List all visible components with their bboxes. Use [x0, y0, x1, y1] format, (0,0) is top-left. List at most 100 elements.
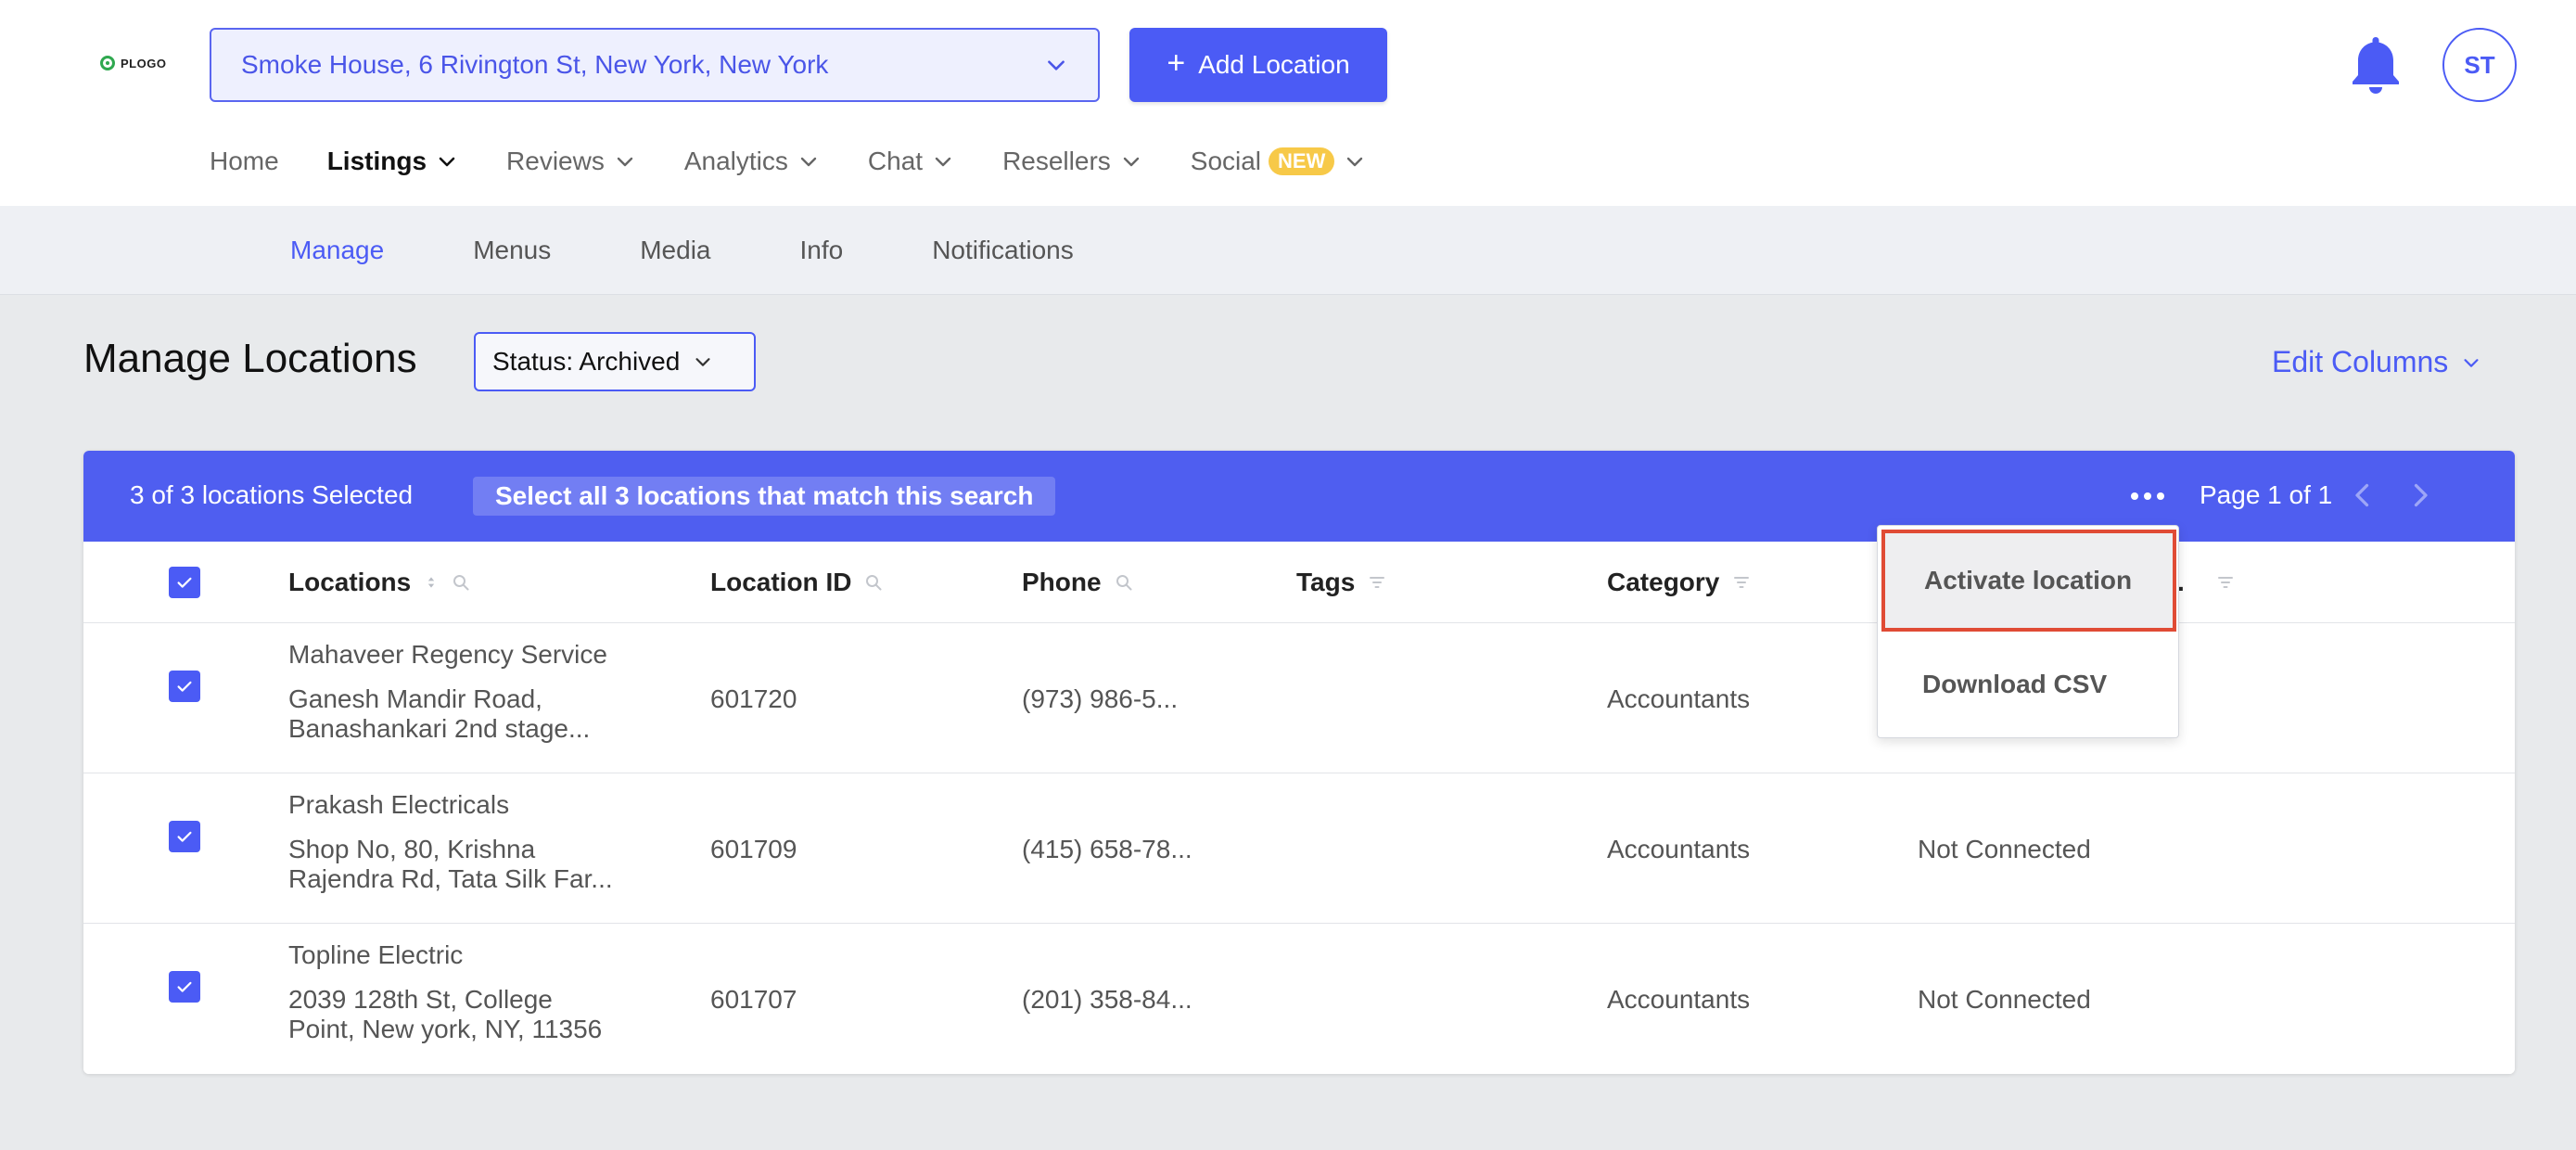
actions-menu: Activate location Download CSV	[1877, 525, 2179, 738]
column-header-location-id[interactable]: Location ID	[710, 542, 883, 623]
chevron-down-icon	[695, 358, 710, 366]
nav-analytics-label: Analytics	[683, 147, 788, 175]
edit-columns-button[interactable]: Edit Columns	[2272, 345, 2481, 379]
select-all-matching-button[interactable]: Select all 3 locations that match this s…	[473, 477, 1056, 516]
add-location-button[interactable]: + Add Location	[1129, 28, 1387, 102]
subnav-info[interactable]: Info	[800, 236, 844, 265]
column-header-locations[interactable]: Locations	[288, 542, 470, 623]
check-icon	[177, 831, 192, 842]
new-badge: NEW	[1269, 147, 1335, 175]
location-cell: Prakash Electricals Shop No, 80, Krishna…	[288, 790, 613, 894]
status-filter-value: Status: Archived	[492, 347, 681, 376]
column-label: Location ID	[710, 568, 852, 596]
location-address-line1: Shop No, 80, Krishna	[288, 835, 536, 863]
menu-item-download-csv[interactable]: Download CSV	[1878, 635, 2178, 734]
chevron-down-icon	[1123, 157, 1139, 167]
subnav-manage[interactable]: Manage	[290, 236, 384, 265]
top-header: PLOGO Smoke House, 6 Rivington St, New Y…	[0, 0, 2576, 206]
location-id: 601709	[710, 835, 797, 863]
location-id: 601707	[710, 985, 797, 1014]
location-selector-value: Smoke House, 6 Rivington St, New York, N…	[241, 50, 829, 79]
column-header-phone[interactable]: Phone	[1022, 542, 1133, 623]
nav-social-label: Social	[1190, 147, 1262, 175]
phone: (415) 658-78...	[1022, 835, 1192, 863]
nav-chat-label: Chat	[867, 147, 924, 175]
sub-navigation: Manage Menus Media Info Notifications	[0, 206, 2576, 295]
row-checkbox[interactable]	[169, 821, 200, 852]
nav-resellers[interactable]: Resellers	[1002, 147, 1142, 176]
logo-icon	[100, 56, 115, 70]
nav-social[interactable]: Social NEW	[1191, 147, 1367, 176]
chevron-left-icon[interactable]	[2346, 479, 2379, 512]
category: Accountants	[1607, 835, 1751, 863]
column-label: Tags	[1296, 568, 1356, 596]
location-name: Prakash Electricals	[288, 790, 510, 819]
location-cell: Topline Electric 2039 128th St, College …	[288, 940, 602, 1044]
nav-chat[interactable]: Chat	[868, 147, 954, 176]
phone: (201) 358-84...	[1022, 985, 1192, 1014]
search-icon[interactable]	[1115, 573, 1133, 592]
nav-listings-label: Listings	[326, 147, 427, 175]
subnav-notifications[interactable]: Notifications	[932, 236, 1074, 265]
filter-icon[interactable]	[2216, 573, 2235, 592]
check-icon	[177, 577, 192, 588]
more-actions-icon[interactable]	[2131, 482, 2164, 510]
column-label: Category	[1607, 568, 1720, 596]
filter-icon[interactable]	[1732, 573, 1751, 592]
filter-icon[interactable]	[1368, 573, 1386, 592]
search-icon[interactable]	[864, 573, 883, 592]
location-address-line1: Ganesh Mandir Road,	[288, 684, 542, 713]
nav-resellers-label: Resellers	[1002, 147, 1111, 175]
chevron-down-icon	[935, 157, 951, 167]
check-icon	[177, 981, 192, 992]
location-id: 601720	[710, 684, 797, 713]
chevron-down-icon	[617, 157, 633, 167]
location-address-line1: 2039 128th St, College	[288, 985, 553, 1014]
sort-icon[interactable]	[424, 572, 439, 593]
user-avatar[interactable]: ST	[2442, 28, 2517, 102]
location-address-line2: Point, New york, NY, 11356	[288, 1015, 603, 1043]
plus-icon: +	[1167, 45, 1186, 81]
status: Not Connected	[1918, 835, 2091, 863]
subnav-media[interactable]: Media	[640, 236, 710, 265]
row-checkbox[interactable]	[169, 971, 200, 1003]
check-icon	[177, 681, 192, 692]
category: Accountants	[1607, 985, 1751, 1014]
nav-reviews-label: Reviews	[506, 147, 605, 175]
status-filter-dropdown[interactable]: Status: Archived	[474, 332, 756, 391]
chevron-down-icon	[2464, 358, 2479, 367]
nav-reviews[interactable]: Reviews	[506, 147, 636, 176]
chevron-down-icon	[1347, 157, 1363, 167]
column-header-tags[interactable]: Tags	[1296, 542, 1386, 623]
table-row[interactable]: Prakash Electricals Shop No, 80, Krishna…	[83, 773, 2515, 924]
nav-analytics[interactable]: Analytics	[684, 147, 820, 176]
column-label: Phone	[1022, 568, 1102, 596]
chevron-down-icon	[439, 157, 455, 167]
row-checkbox[interactable]	[169, 671, 200, 702]
select-all-checkbox[interactable]	[169, 567, 200, 598]
location-address-line2: Rajendra Rd, Tata Silk Far...	[288, 864, 613, 893]
nav-home[interactable]: Home	[210, 147, 279, 176]
main-navigation: Home Listings Reviews Analytics Chat Res…	[210, 139, 1414, 184]
selection-count: 3 of 3 locations Selected	[130, 480, 414, 509]
page-info: Page 1 of 1	[2200, 480, 2333, 509]
brand-logo[interactable]: PLOGO	[100, 56, 166, 70]
location-address-line2: Banashankari 2nd stage...	[288, 714, 591, 743]
logo-text: PLOGO	[121, 56, 167, 70]
chevron-right-icon[interactable]	[2404, 479, 2437, 512]
search-icon[interactable]	[452, 573, 470, 592]
nav-home-label: Home	[210, 147, 279, 175]
location-name: Mahaveer Regency Service	[288, 640, 607, 669]
nav-listings[interactable]: Listings	[327, 147, 458, 176]
column-header-status-partial[interactable]: .	[2177, 542, 2235, 623]
column-header-category[interactable]: Category	[1607, 542, 1751, 623]
bell-icon[interactable]	[2348, 32, 2404, 98]
location-selector[interactable]: Smoke House, 6 Rivington St, New York, N…	[210, 28, 1100, 102]
phone: (973) 986-5...	[1022, 684, 1179, 713]
location-name: Topline Electric	[288, 940, 464, 969]
table-row[interactable]: Topline Electric 2039 128th St, College …	[83, 924, 2515, 1074]
subnav-menus[interactable]: Menus	[473, 236, 551, 265]
menu-item-activate-location[interactable]: Activate location	[1881, 530, 2176, 632]
page-title: Manage Locations	[83, 336, 417, 381]
location-cell: Mahaveer Regency Service Ganesh Mandir R…	[288, 640, 607, 744]
